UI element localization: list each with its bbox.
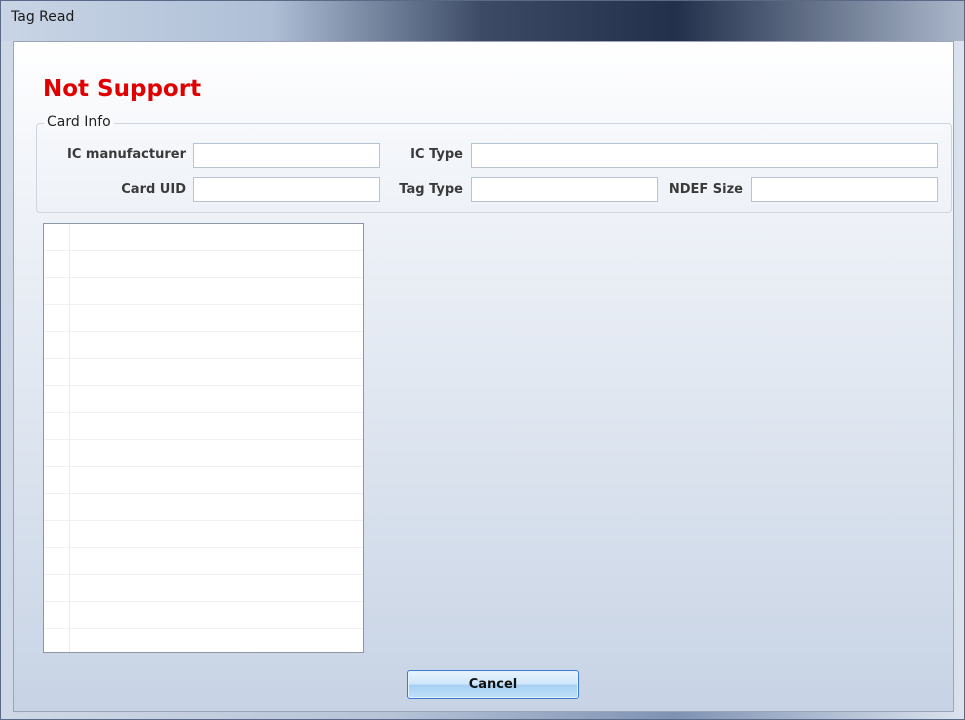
ic-manufacturer-field[interactable] [193, 143, 380, 168]
list-row[interactable] [44, 332, 363, 359]
list-row[interactable] [44, 305, 363, 332]
card-uid-field[interactable] [193, 177, 380, 202]
list-row[interactable] [44, 521, 363, 548]
list-row[interactable] [44, 467, 363, 494]
window-title: Tag Read [11, 9, 75, 25]
list-row[interactable] [44, 278, 363, 305]
ndef-size-label: NDEF Size [668, 182, 743, 197]
tag-type-field[interactable] [471, 177, 658, 202]
list-row[interactable] [44, 359, 363, 386]
card-uid-label: Card UID [121, 182, 186, 197]
list-row[interactable] [44, 440, 363, 467]
list-row[interactable] [44, 386, 363, 413]
cancel-button[interactable]: Cancel [407, 670, 579, 699]
tag-read-window: Tag Read Not Support Card Info IC manufa… [0, 0, 965, 720]
list-row[interactable] [44, 413, 363, 440]
list-row[interactable] [44, 494, 363, 521]
ic-manufacturer-label: IC manufacturer [67, 147, 186, 162]
title-bar[interactable]: Tag Read [1, 1, 964, 41]
data-list[interactable] [43, 223, 364, 653]
list-row[interactable] [44, 629, 363, 652]
list-row[interactable] [44, 602, 363, 629]
status-message: Not Support [43, 76, 202, 102]
ic-type-label: IC Type [410, 147, 463, 162]
tag-type-label: Tag Type [399, 182, 463, 197]
list-row[interactable] [44, 224, 363, 251]
list-row[interactable] [44, 575, 363, 602]
ic-type-field[interactable] [471, 143, 938, 168]
card-info-legend: Card Info [44, 114, 114, 130]
dialog-client-area: Not Support Card Info IC manufacturer IC… [13, 41, 954, 712]
ndef-size-field[interactable] [751, 177, 938, 202]
list-row[interactable] [44, 548, 363, 575]
list-row[interactable] [44, 251, 363, 278]
